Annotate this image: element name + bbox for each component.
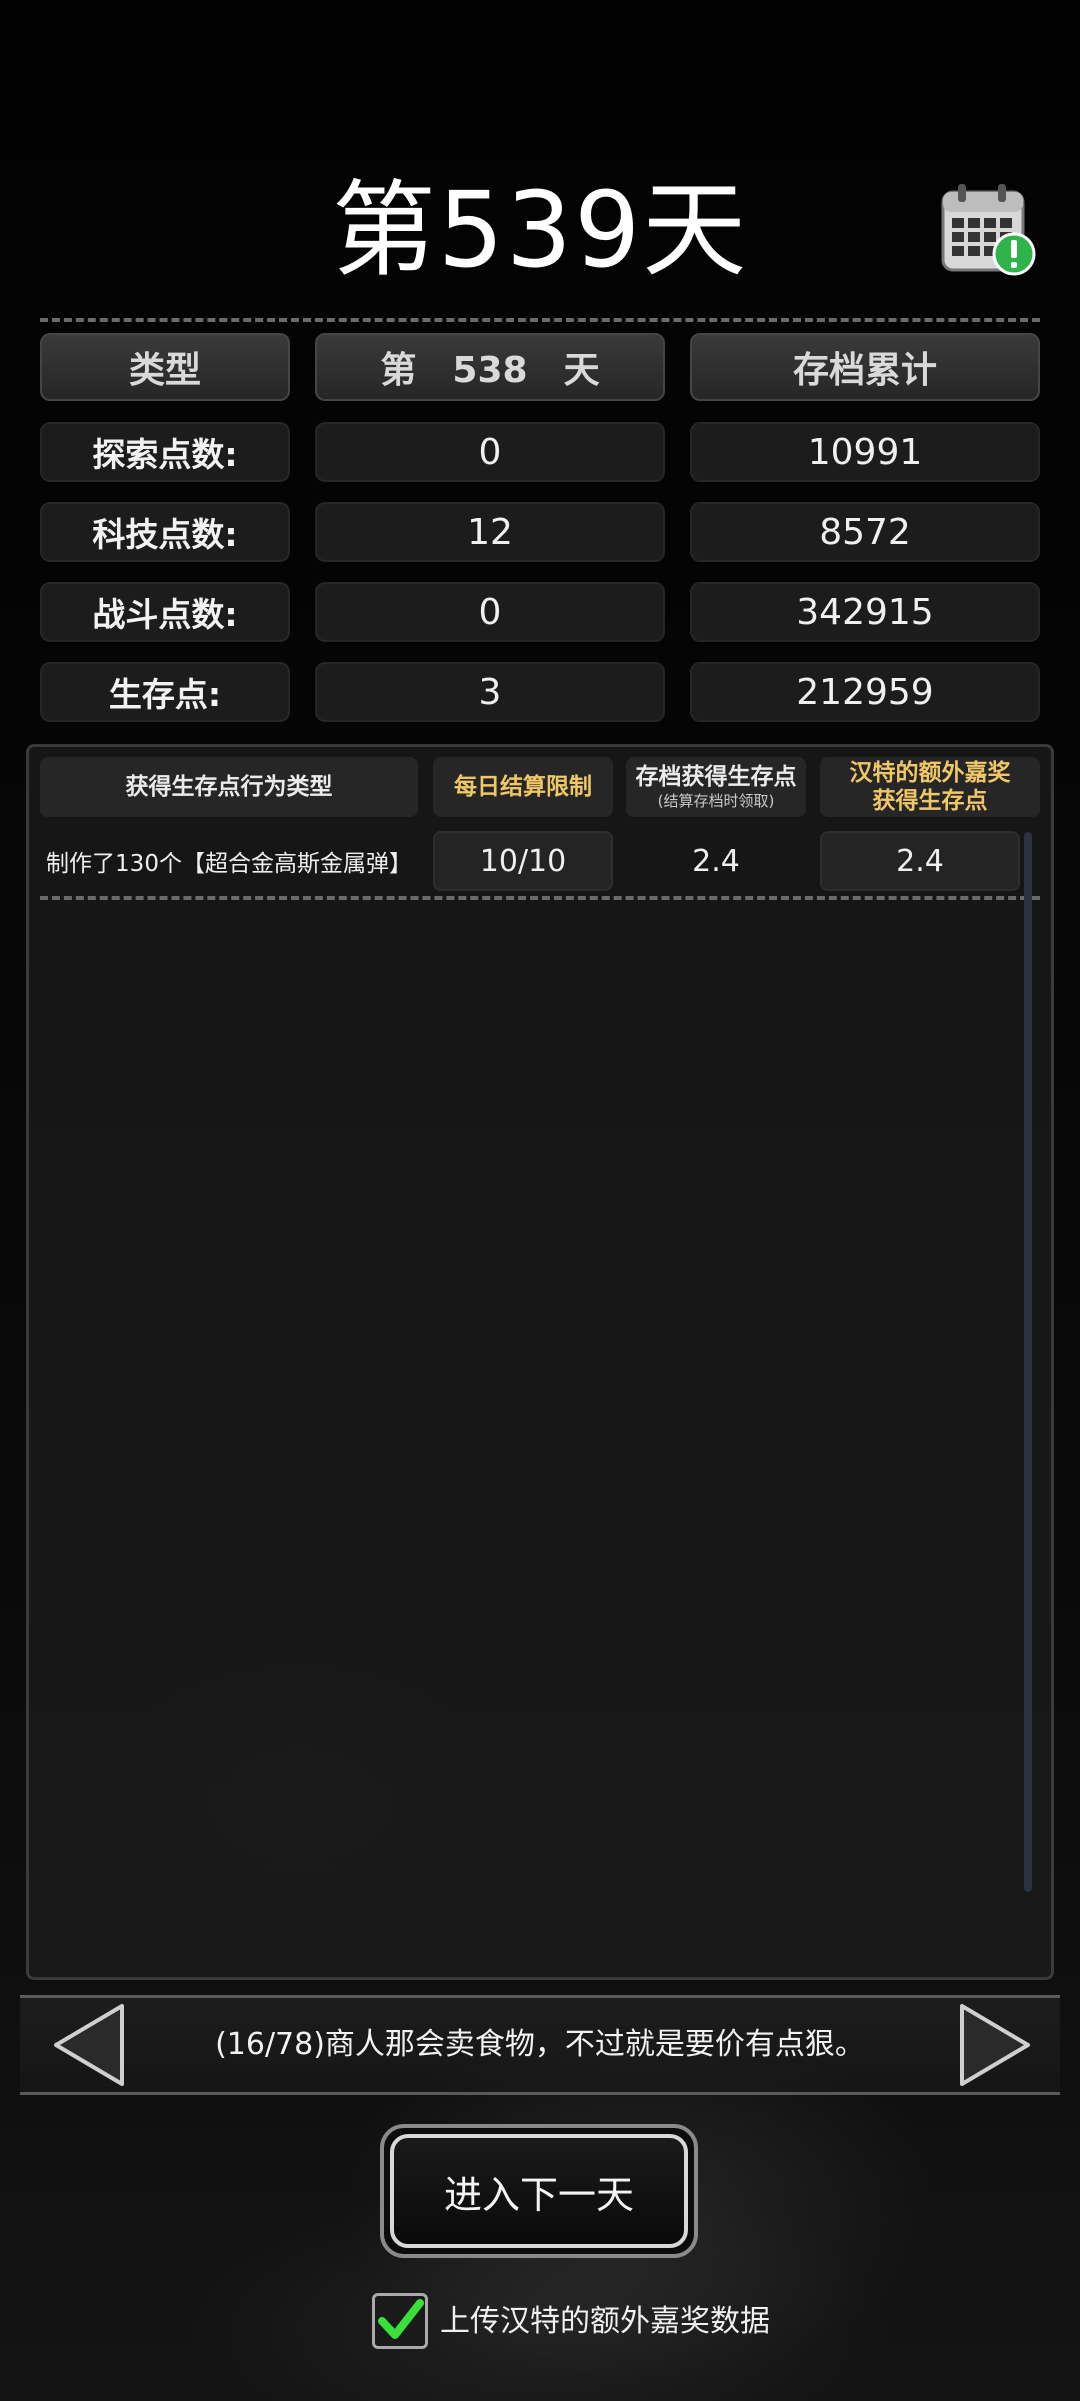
stats-label-explore: 探索点数: <box>40 422 290 482</box>
tip-text: (16/78)商人那会卖食物，不过就是要价有点狠。 <box>215 2027 865 2062</box>
triangle-right-icon[interactable] <box>956 2002 1034 2088</box>
panel-row-save-points: 2.4 <box>692 843 740 879</box>
stats-day-survival: 3 <box>315 662 665 722</box>
stats-day-combat: 0 <box>315 582 665 642</box>
next-day-button-label: 进入下一天 <box>390 2134 688 2248</box>
panel-divider <box>40 896 1040 900</box>
daily-settlement-screen: 第539天 类型 第 538 天 存档累计 探索点数: 0 10991 科技点数… <box>0 0 1080 2401</box>
panel-header-limit: 每日结算限制 <box>433 757 613 817</box>
triangle-left-icon[interactable] <box>50 2002 128 2088</box>
stats-label-tech: 科技点数: <box>40 502 290 562</box>
panel-header-type: 获得生存点行为类型 <box>40 757 418 817</box>
panel-header-bonus-line2: 获得生存点 <box>872 788 988 814</box>
next-day-button[interactable]: 进入下一天 <box>380 2124 698 2258</box>
stats-total-combat: 342915 <box>690 582 1040 642</box>
panel-header-save-points-label: 存档获得生存点 <box>635 764 797 790</box>
upload-bonus-checkbox[interactable] <box>372 2293 428 2349</box>
panel-header-bonus: 汉特的额外嘉奖 获得生存点 <box>820 757 1040 817</box>
divider-top <box>40 318 1040 322</box>
survival-points-panel <box>26 744 1054 1980</box>
panel-header-bonus-line1: 汉特的额外嘉奖 <box>849 760 1011 786</box>
stats-total-survival: 212959 <box>690 662 1040 722</box>
stats-label-survival: 生存点: <box>40 662 290 722</box>
calendar-alert-icon[interactable] <box>940 182 1038 278</box>
panel-row-type: 制作了130个【超合金高斯金属弹】 <box>46 851 412 877</box>
panel-header-save-points: 存档获得生存点 (结算存档时领取) <box>626 757 806 817</box>
checkmark-icon <box>378 2299 424 2339</box>
stats-day-tech: 12 <box>315 502 665 562</box>
stats-header-day: 第 538 天 <box>315 333 665 401</box>
stats-header-type: 类型 <box>40 333 290 401</box>
upload-bonus-label[interactable]: 上传汉特的额外嘉奖数据 <box>440 2296 770 2348</box>
panel-row-bonus: 2.4 <box>820 831 1020 891</box>
stats-day-explore: 0 <box>315 422 665 482</box>
stats-header-total: 存档累计 <box>690 333 1040 401</box>
panel-scrollbar[interactable] <box>1024 832 1032 1892</box>
stats-total-explore: 10991 <box>690 422 1040 482</box>
panel-header-type-label: 获得生存点行为类型 <box>125 774 333 800</box>
panel-row-limit: 10/10 <box>433 831 613 891</box>
stats-total-tech: 8572 <box>690 502 1040 562</box>
page-title: 第539天 <box>331 169 749 291</box>
panel-header-limit-label: 每日结算限制 <box>454 774 592 800</box>
panel-header-save-points-note: (结算存档时领取) <box>657 792 775 810</box>
stats-label-combat: 战斗点数: <box>40 582 290 642</box>
